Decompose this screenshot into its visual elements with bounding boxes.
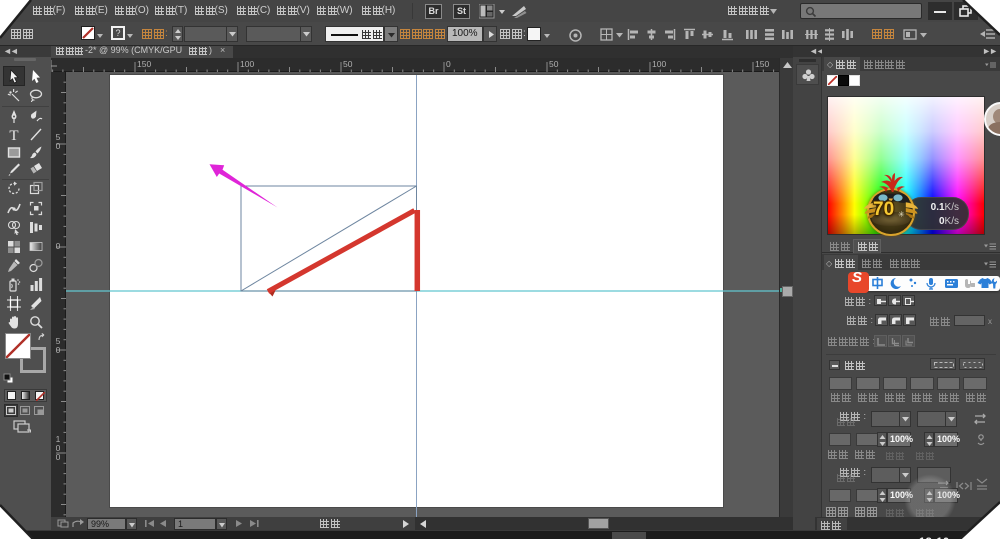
svg-text:T: T (9, 128, 18, 142)
svg-text:0: 0 (446, 59, 451, 69)
svg-text:50: 50 (343, 59, 353, 69)
svg-text:150: 150 (755, 59, 769, 69)
svg-text:150: 150 (137, 59, 151, 69)
svg-text:0: 0 (56, 345, 61, 355)
svg-text:0: 0 (56, 141, 61, 151)
svg-text:0: 0 (56, 241, 61, 251)
svg-text:0: 0 (56, 452, 61, 462)
svg-text:100: 100 (652, 59, 666, 69)
svg-text:100: 100 (240, 59, 254, 69)
svg-text:50: 50 (549, 59, 559, 69)
